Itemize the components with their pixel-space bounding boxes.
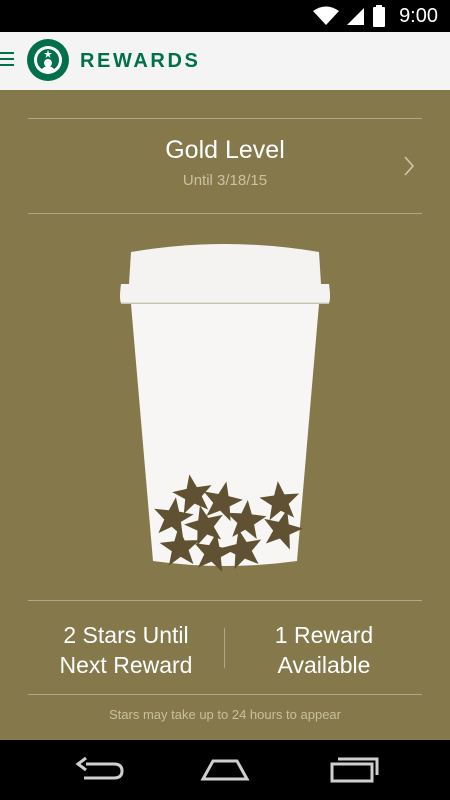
gold-level-row[interactable]: Gold Level Until 3/18/15	[28, 119, 422, 214]
stars-footnote: Stars may take up to 24 hours to appear	[109, 707, 341, 722]
rewards-line2: Available	[277, 652, 371, 678]
app-bar: REWARDS	[0, 32, 450, 90]
rewards-panel: Gold Level Until 3/18/15 2 Stars Until N…	[0, 90, 450, 740]
chevron-right-icon	[404, 156, 415, 176]
recent-apps-button[interactable]	[322, 755, 382, 785]
rewards-stats: 2 Stars Until Next Reward 1 Reward Avail…	[28, 600, 422, 694]
stars-cup-illustration	[120, 244, 330, 572]
cellular-signal-icon	[347, 8, 365, 25]
stars-until-line1: 2 Stars Until	[63, 622, 189, 648]
app-title: REWARDS	[80, 50, 201, 72]
navigation-bar	[0, 740, 450, 800]
divider	[28, 213, 422, 214]
rewards-line1: 1 Reward	[274, 622, 374, 648]
starbucks-logo[interactable]	[27, 39, 69, 81]
back-button[interactable]	[70, 755, 130, 785]
home-button[interactable]	[195, 755, 255, 785]
wifi-icon	[313, 6, 340, 25]
level-title: Gold Level	[165, 136, 285, 164]
rewards-available[interactable]: 1 Reward Available	[226, 620, 422, 680]
divider	[28, 694, 422, 695]
menu-icon[interactable]	[0, 52, 14, 68]
status-bar: 9:00	[0, 0, 450, 32]
status-time: 9:00	[399, 4, 438, 27]
stars-until-next-reward: 2 Stars Until Next Reward	[28, 620, 224, 680]
stars-until-line2: Next Reward	[59, 652, 193, 678]
level-until-date: Until 3/18/15	[182, 172, 268, 189]
stats-divider	[224, 628, 225, 668]
battery-icon	[373, 5, 386, 27]
